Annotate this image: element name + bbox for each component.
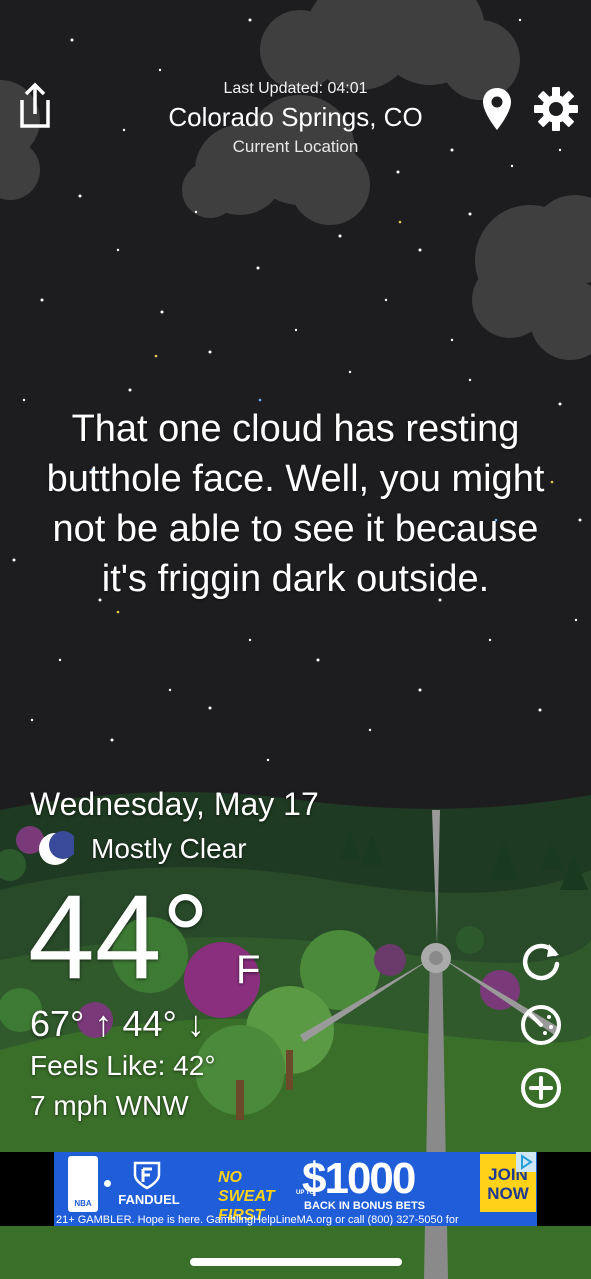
fanduel-shield-icon — [133, 1161, 161, 1190]
refresh-icon — [522, 943, 560, 981]
location-pin-icon — [483, 88, 511, 130]
ad-brand: FANDUEL — [118, 1192, 180, 1207]
crescent-moon-icon — [39, 831, 74, 865]
condition-label: Mostly Clear — [91, 833, 247, 864]
ad-disclaimer: 21+ GAMBLER. Hope is here. GamblingHelpL… — [56, 1214, 459, 1226]
weather-quip: That one cloud has resting butthole face… — [46, 408, 545, 600]
wind-speed: 7 mph WNW — [30, 1090, 189, 1121]
home-indicator[interactable] — [190, 1258, 402, 1266]
temperature: 44° — [28, 870, 210, 1004]
ad-amount: $1000 — [302, 1154, 416, 1203]
add-location-button[interactable] — [519, 1066, 563, 1110]
ad-separator-dot — [104, 1180, 111, 1187]
settings-button[interactable] — [533, 86, 579, 132]
adchoices-icon[interactable] — [516, 1152, 536, 1172]
location-button[interactable] — [480, 86, 514, 132]
ad-banner[interactable]: NBA FANDUEL NO SWEATFIRST BET UP TO $100… — [54, 1152, 537, 1226]
temperature-unit: F — [236, 948, 261, 992]
radar-button[interactable] — [519, 1003, 563, 1047]
ad-bonus-text: BACK IN BONUS BETS — [304, 1200, 426, 1212]
gear-icon — [534, 87, 578, 131]
high-low-temps: 67° ↑ 44° ↓ — [30, 1003, 205, 1044]
date-label: Wednesday, May 17 — [30, 786, 319, 822]
refresh-button[interactable] — [519, 940, 563, 984]
add-circle-icon — [521, 1068, 561, 1108]
radar-icon — [521, 1005, 561, 1045]
nba-logo: NBA — [68, 1156, 98, 1212]
location-subtitle: Current Location — [232, 137, 359, 156]
feels-like: Feels Like: 42° — [30, 1050, 216, 1081]
